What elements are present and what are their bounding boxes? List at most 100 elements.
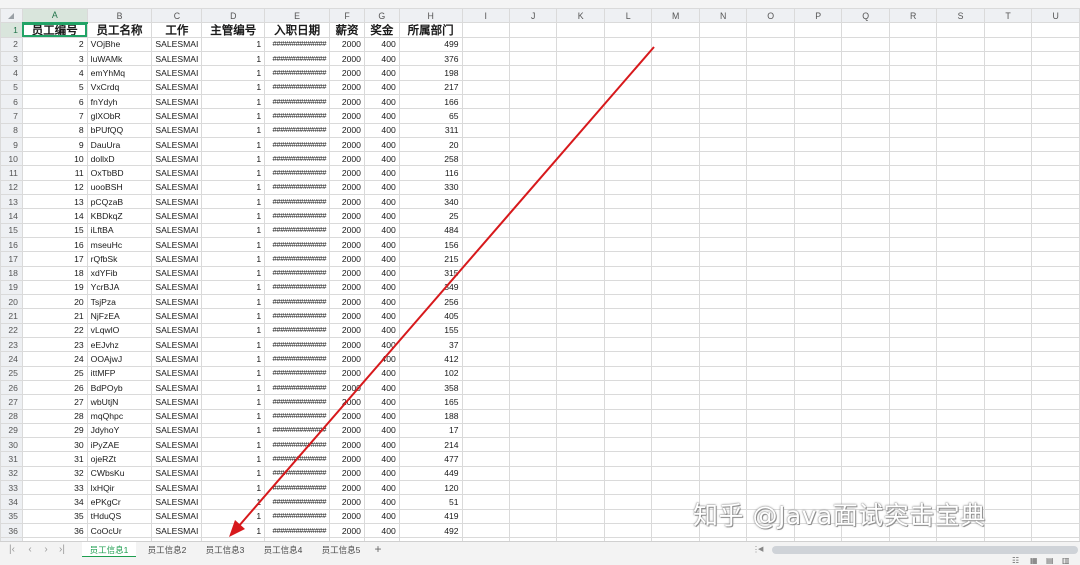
empty-cell[interactable] [651,36,700,53]
cell-job[interactable]: SALESMAI [151,394,203,410]
cell-dept[interactable]: 214 [398,437,463,453]
cell-sal[interactable]: 2000 [329,508,365,524]
cell-job[interactable]: SALESMAI [151,351,203,367]
empty-cell[interactable] [651,151,700,167]
empty-cell[interactable] [983,65,1033,81]
empty-cell[interactable] [888,179,938,196]
cell-name[interactable]: NjFzEA [86,308,153,324]
empty-cell[interactable] [1031,179,1080,196]
empty-cell[interactable] [651,408,700,424]
cell-bonus[interactable]: 400 [363,236,400,253]
row-header[interactable]: 25 [0,365,23,381]
cell-mgr[interactable]: 1 [201,294,266,310]
empty-cell[interactable] [556,308,605,324]
cell-job[interactable]: SALESMAI [151,151,203,167]
empty-cell[interactable] [983,179,1033,196]
empty-cell[interactable] [746,108,795,124]
empty-cell[interactable] [461,322,510,339]
empty-cell[interactable] [508,379,558,396]
header-cell[interactable]: 入职日期 [264,22,331,38]
empty-cell[interactable] [508,265,558,281]
empty-cell[interactable] [793,236,843,253]
cell-id[interactable]: 23 [21,337,88,353]
empty-cell[interactable] [603,208,653,224]
empty-cell[interactable] [698,79,748,95]
empty-cell[interactable] [698,351,748,367]
empty-cell[interactable] [1031,379,1080,396]
empty-cell[interactable] [888,251,938,267]
cell-sal[interactable]: 2000 [329,379,365,396]
cell-id[interactable]: 22 [21,322,88,339]
empty-cell[interactable] [698,136,748,153]
empty-cell[interactable] [936,222,985,238]
cell-name[interactable]: iPyZAE [86,437,153,453]
empty-cell[interactable] [983,394,1033,410]
column-header[interactable]: G [363,8,400,23]
row-header[interactable]: 34 [0,494,23,510]
empty-cell[interactable] [556,236,605,253]
empty-cell[interactable] [556,408,605,424]
cell-mgr[interactable]: 1 [201,479,266,496]
cell-sal[interactable]: 2000 [329,236,365,253]
cell-sal[interactable]: 2000 [329,51,365,67]
empty-cell[interactable] [603,65,653,81]
empty-cell[interactable] [746,36,795,53]
empty-cell[interactable] [461,222,510,238]
empty-cell[interactable] [983,265,1033,281]
cell-sal[interactable]: 2000 [329,79,365,95]
sheet-tab-4[interactable]: 员工信息4 [256,542,310,558]
cell-name[interactable]: KBDkqZ [86,208,153,224]
empty-cell[interactable] [556,422,605,439]
cell-dept[interactable]: 376 [398,51,463,67]
cell-job[interactable]: SALESMAI [151,194,203,210]
empty-cell[interactable] [698,479,748,496]
cell-dept[interactable]: 188 [398,408,463,424]
empty-cell[interactable] [651,265,700,281]
row-header[interactable]: 6 [0,93,23,110]
cell-date[interactable]: ############## [264,351,331,367]
empty-cell[interactable] [888,379,938,396]
cell-dept[interactable]: 155 [398,322,463,339]
empty-cell[interactable] [556,494,605,510]
empty-cell[interactable] [461,337,510,353]
empty-cell[interactable] [461,422,510,439]
empty-cell[interactable] [841,108,890,124]
empty-cell[interactable] [888,236,938,253]
cell-job[interactable]: SALESMAI [151,294,203,310]
empty-cell[interactable] [651,194,700,210]
empty-cell[interactable] [461,108,510,124]
view-mode-icon[interactable]: ☷ [1012,557,1019,565]
cell-mgr[interactable]: 1 [201,122,266,138]
empty-cell[interactable] [651,51,700,67]
cell-date[interactable]: ############## [264,136,331,153]
row-header[interactable]: 2 [0,36,23,53]
empty-cell[interactable] [746,151,795,167]
empty-cell[interactable] [983,365,1033,381]
empty-cell[interactable] [936,136,985,153]
column-header[interactable]: D [201,8,266,23]
empty-cell[interactable] [698,437,748,453]
empty-cell[interactable] [461,279,510,296]
empty-cell[interactable] [1031,22,1080,38]
empty-cell[interactable] [698,208,748,224]
empty-cell[interactable] [936,236,985,253]
empty-cell[interactable] [841,294,890,310]
empty-cell[interactable] [793,408,843,424]
cell-name[interactable]: fnYdyh [86,93,153,110]
empty-cell[interactable] [793,122,843,138]
sheet-tab-2[interactable]: 员工信息2 [140,542,194,558]
empty-cell[interactable] [556,194,605,210]
empty-cell[interactable] [841,279,890,296]
cell-name[interactable]: tHduQS [86,508,153,524]
cell-id[interactable]: 33 [21,479,88,496]
empty-cell[interactable] [746,294,795,310]
cell-job[interactable]: SALESMAI [151,208,203,224]
empty-cell[interactable] [508,422,558,439]
empty-cell[interactable] [651,422,700,439]
cell-dept[interactable]: 166 [398,93,463,110]
empty-cell[interactable] [983,165,1033,181]
empty-cell[interactable] [888,351,938,367]
cell-dept[interactable]: 20 [398,136,463,153]
page-break-view-icon[interactable]: ▥ [1062,557,1070,565]
empty-cell[interactable] [888,422,938,439]
